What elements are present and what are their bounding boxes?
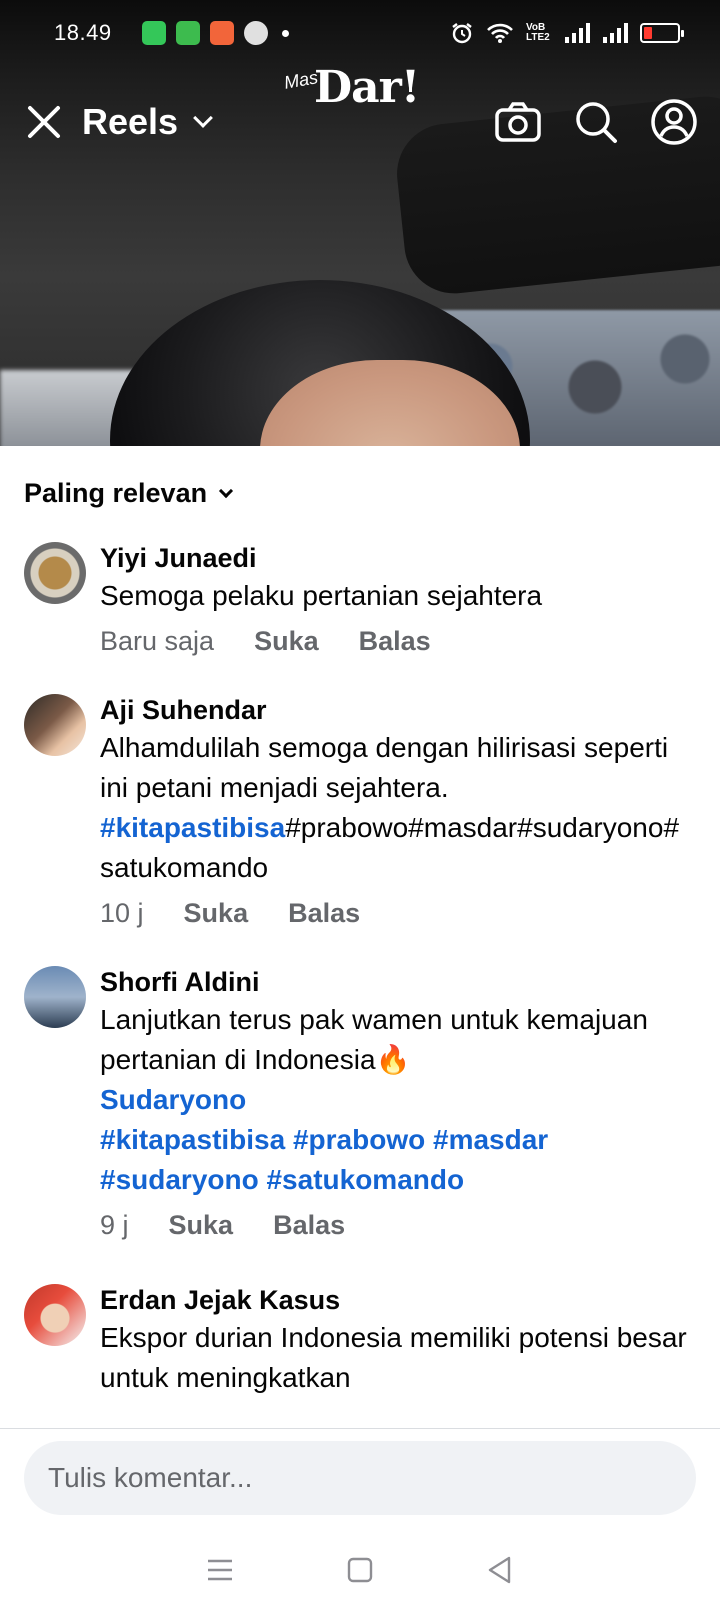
comment-body: Erdan Jejak Kasus Ekspor durian Indonesi… [100,1284,690,1398]
like-button[interactable]: Suka [254,626,319,657]
sort-label: Paling relevan [24,478,208,508]
message-notification-icon [175,21,200,45]
comment-meta: 9 j Suka Balas [100,1210,690,1241]
comment-text: Alhamdulilah semoga dengan hilirisasi se… [100,728,690,888]
close-icon[interactable] [22,95,66,149]
comment-text: Ekspor durian Indonesia memiliki potensi… [100,1322,687,1393]
top-nav-actions [494,98,698,146]
shop-notification-icon [209,21,234,45]
battery-icon [640,23,684,43]
comment-author[interactable]: Yiyi Junaedi [100,542,690,574]
avatar[interactable] [24,966,86,1028]
avatar[interactable] [24,1284,86,1346]
hashtag-links[interactable]: #kitapastibisa #prabowo #masdar [100,1124,548,1155]
more-notifications-dot [281,29,289,37]
wifi-icon [487,23,513,43]
reply-button[interactable]: Balas [273,1210,345,1241]
avatar[interactable] [24,694,86,756]
avatar[interactable] [24,542,86,604]
comment-time: 10 j [100,898,144,928]
like-button[interactable]: Suka [169,1210,234,1241]
like-button[interactable]: Suka [184,898,249,929]
comment-meta: Baru saja Suka Balas [100,626,690,657]
hashtag-link[interactable]: #kitapastibisa [100,812,285,843]
chevron-down-icon [219,483,234,498]
alarm-icon [452,23,472,44]
network-type-label: VoB LTE2 [526,22,550,43]
status-indicators: VoB LTE2 [450,21,684,45]
camera-icon[interactable] [494,98,542,146]
comment-meta: 10 j Suka Balas [100,898,690,929]
menu-icon[interactable] [200,1550,240,1590]
app-notification-icon [141,21,166,45]
fire-emoji-icon: 🔥 [375,1044,411,1075]
page-title[interactable]: Reels [82,101,178,143]
reply-button[interactable]: Balas [359,626,431,657]
comment-author[interactable]: Shorfi Aldini [100,966,690,998]
comment-body: Yiyi Junaedi Semoga pelaku pertanian sej… [100,542,690,657]
notification-icons [141,21,268,45]
comment-input[interactable]: Tulis komentar... [24,1441,696,1515]
profile-icon[interactable] [650,98,698,146]
hashtag-links[interactable]: #sudaryono #satukomando [100,1164,464,1195]
reply-button[interactable]: Balas [288,898,360,929]
mention-link[interactable]: Sudaryono [100,1084,246,1115]
search-icon[interactable] [572,98,620,146]
back-icon[interactable] [480,1550,520,1590]
status-time: 18.49 [54,20,112,45]
comment-text-plain: Alhamdulilah semoga dengan hilirisasi se… [100,732,669,803]
reel-video[interactable]: 18.49 VoB LTE2 Mas Dar! Reels [0,0,720,446]
status-bar: 18.49 VoB LTE2 [0,0,720,66]
comment-time: Baru saja [100,626,215,656]
reels-top-nav: Reels [0,86,720,158]
comment-body: Shorfi Aldini Lanjutkan terus pak wamen … [100,966,690,1241]
comments-panel[interactable]: Paling relevan Yiyi Junaedi Semoga pelak… [0,446,720,1428]
chevron-down-icon[interactable] [193,108,213,128]
comment-text: Semoga pelaku pertanian sejahtera [100,580,543,611]
comment-text: Lanjutkan terus pak wamen untuk kemajuan… [100,1000,690,1200]
comment-author[interactable]: Erdan Jejak Kasus [100,1284,690,1316]
comment-composer: Tulis komentar... [0,1428,720,1528]
comment-text-plain: Lanjutkan terus pak wamen untuk kemajuan… [100,1004,648,1075]
home-icon[interactable] [340,1550,380,1590]
comment-body: Aji Suhendar Alhamdulilah semoga dengan … [100,694,690,929]
signal-icon [565,23,590,43]
app-notification-icon [243,21,268,45]
sort-dropdown[interactable]: Paling relevan [24,478,234,509]
signal-icon [603,23,628,43]
comment-author[interactable]: Aji Suhendar [100,694,690,726]
system-navigation-bar [0,1528,720,1612]
comment-time: 9 j [100,1210,129,1240]
